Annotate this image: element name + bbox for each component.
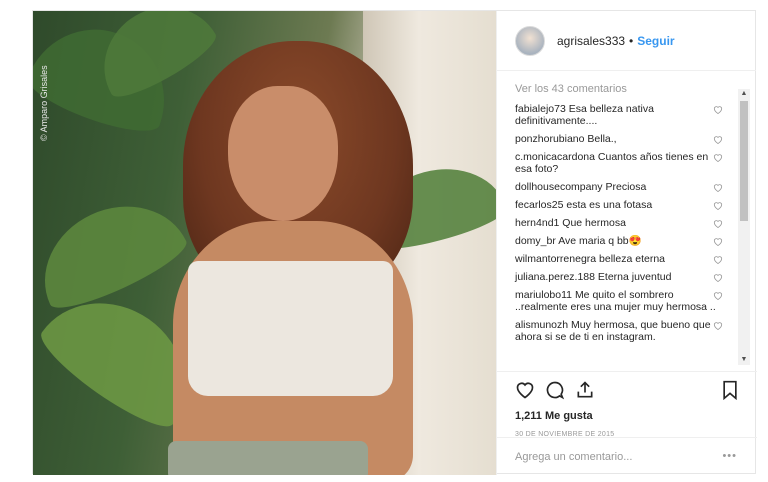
comment-username[interactable]: alismunozh	[515, 319, 568, 331]
comment-text: esta es una fotasa	[566, 199, 653, 211]
post-photo[interactable]: © Amparo Grisales	[33, 11, 496, 475]
avatar[interactable]	[515, 25, 545, 56]
comments-list[interactable]: Ver los 43 comentarios fabialejo73 Esa b…	[497, 79, 757, 363]
like-heart-icon[interactable]	[515, 380, 535, 400]
heart-icon[interactable]	[713, 183, 723, 192]
heart-icon[interactable]	[713, 105, 723, 114]
likes-count[interactable]: 1,211 Me gusta	[497, 410, 757, 422]
add-comment-placeholder[interactable]: Agrega un comentario...	[515, 451, 632, 463]
add-comment-field[interactable]: Agrega un comentario... •••	[497, 437, 757, 475]
action-icons	[497, 372, 757, 408]
comment-username[interactable]: fecarlos25	[515, 199, 563, 211]
photo-watermark: © Amparo Grisales	[39, 65, 49, 141]
comment-item: ponzhorubiano Bella.,	[497, 133, 757, 145]
comment-text: Eterna juventud	[597, 271, 672, 283]
comment-icon[interactable]	[545, 380, 565, 400]
photo-face	[228, 86, 338, 221]
comment-username[interactable]: hern4nd1	[515, 217, 559, 229]
header-separator: •	[629, 33, 634, 48]
post-sidebar: agrisales333 • Seguir Ver los 43 comenta…	[496, 11, 757, 475]
comment-username[interactable]: c.monicacardona	[515, 151, 595, 163]
photo-shorts	[168, 441, 368, 475]
heart-icon[interactable]	[713, 219, 723, 228]
photo-crop-top	[188, 261, 393, 396]
scroll-down-arrow-icon[interactable]: ▼	[738, 355, 750, 365]
heart-icon[interactable]	[713, 135, 723, 144]
comment-username[interactable]: wilmantorrenegra	[515, 253, 596, 265]
heart-icon[interactable]	[713, 237, 723, 246]
view-all-comments-link[interactable]: Ver los 43 comentarios	[497, 83, 757, 103]
photo-leaf	[33, 183, 193, 319]
comment-username[interactable]: fabialejo73	[515, 103, 566, 115]
username-link[interactable]: agrisales333	[557, 34, 625, 48]
follow-button[interactable]: Seguir	[637, 34, 674, 48]
comment-text: belleza eterna	[599, 253, 666, 265]
comment-username[interactable]: ponzhorubiano	[515, 133, 584, 145]
comment-text: Ave maria q bb😍	[558, 235, 642, 247]
instagram-post: © Amparo Grisales agrisales333 • Seguir …	[32, 10, 757, 475]
heart-icon[interactable]	[713, 273, 723, 282]
comment-item: c.monicacardona Cuantos años tienes en e…	[497, 151, 757, 175]
comment-username[interactable]: dollhousecompany	[515, 181, 603, 193]
scroll-up-arrow-icon[interactable]: ▲	[738, 89, 750, 99]
post-actions: 1,211 Me gusta 30 DE NOVIEMBRE DE 2015 A…	[497, 371, 757, 475]
comment-item: juliana.perez.188 Eterna juventud	[497, 271, 757, 283]
comment-username[interactable]: domy_br	[515, 235, 556, 247]
post-header: agrisales333 • Seguir	[497, 11, 756, 71]
comment-item: domy_br Ave maria q bb😍	[497, 235, 757, 247]
comment-item: wilmantorrenegra belleza eterna	[497, 253, 757, 265]
heart-icon[interactable]	[713, 321, 723, 330]
comment-text: Bella.,	[587, 133, 617, 145]
comment-username[interactable]: juliana.perez.188	[515, 271, 595, 283]
comment-username[interactable]: mariulobo11	[515, 289, 572, 301]
more-options-icon[interactable]: •••	[722, 451, 737, 462]
comment-text: Preciosa	[605, 181, 647, 193]
scrollbar-thumb[interactable]	[740, 101, 748, 221]
comment-item: fabialejo73 Esa belleza nativa definitiv…	[497, 103, 757, 127]
heart-icon[interactable]	[713, 201, 723, 210]
comment-item: hern4nd1 Que hermosa	[497, 217, 757, 229]
bookmark-icon[interactable]	[721, 380, 739, 400]
comment-text: Que hermosa	[562, 217, 626, 229]
comment-item: fecarlos25 esta es una fotasa	[497, 199, 757, 211]
comment-item: dollhousecompany Preciosa	[497, 181, 757, 193]
share-icon[interactable]	[575, 380, 595, 400]
heart-icon[interactable]	[713, 255, 723, 264]
comment-item: mariulobo11 Me quito el sombrero ..realm…	[497, 289, 757, 313]
heart-icon[interactable]	[713, 291, 723, 300]
comment-item: alismunozh Muy hermosa, que bueno que ah…	[497, 319, 757, 343]
heart-icon[interactable]	[713, 153, 723, 162]
